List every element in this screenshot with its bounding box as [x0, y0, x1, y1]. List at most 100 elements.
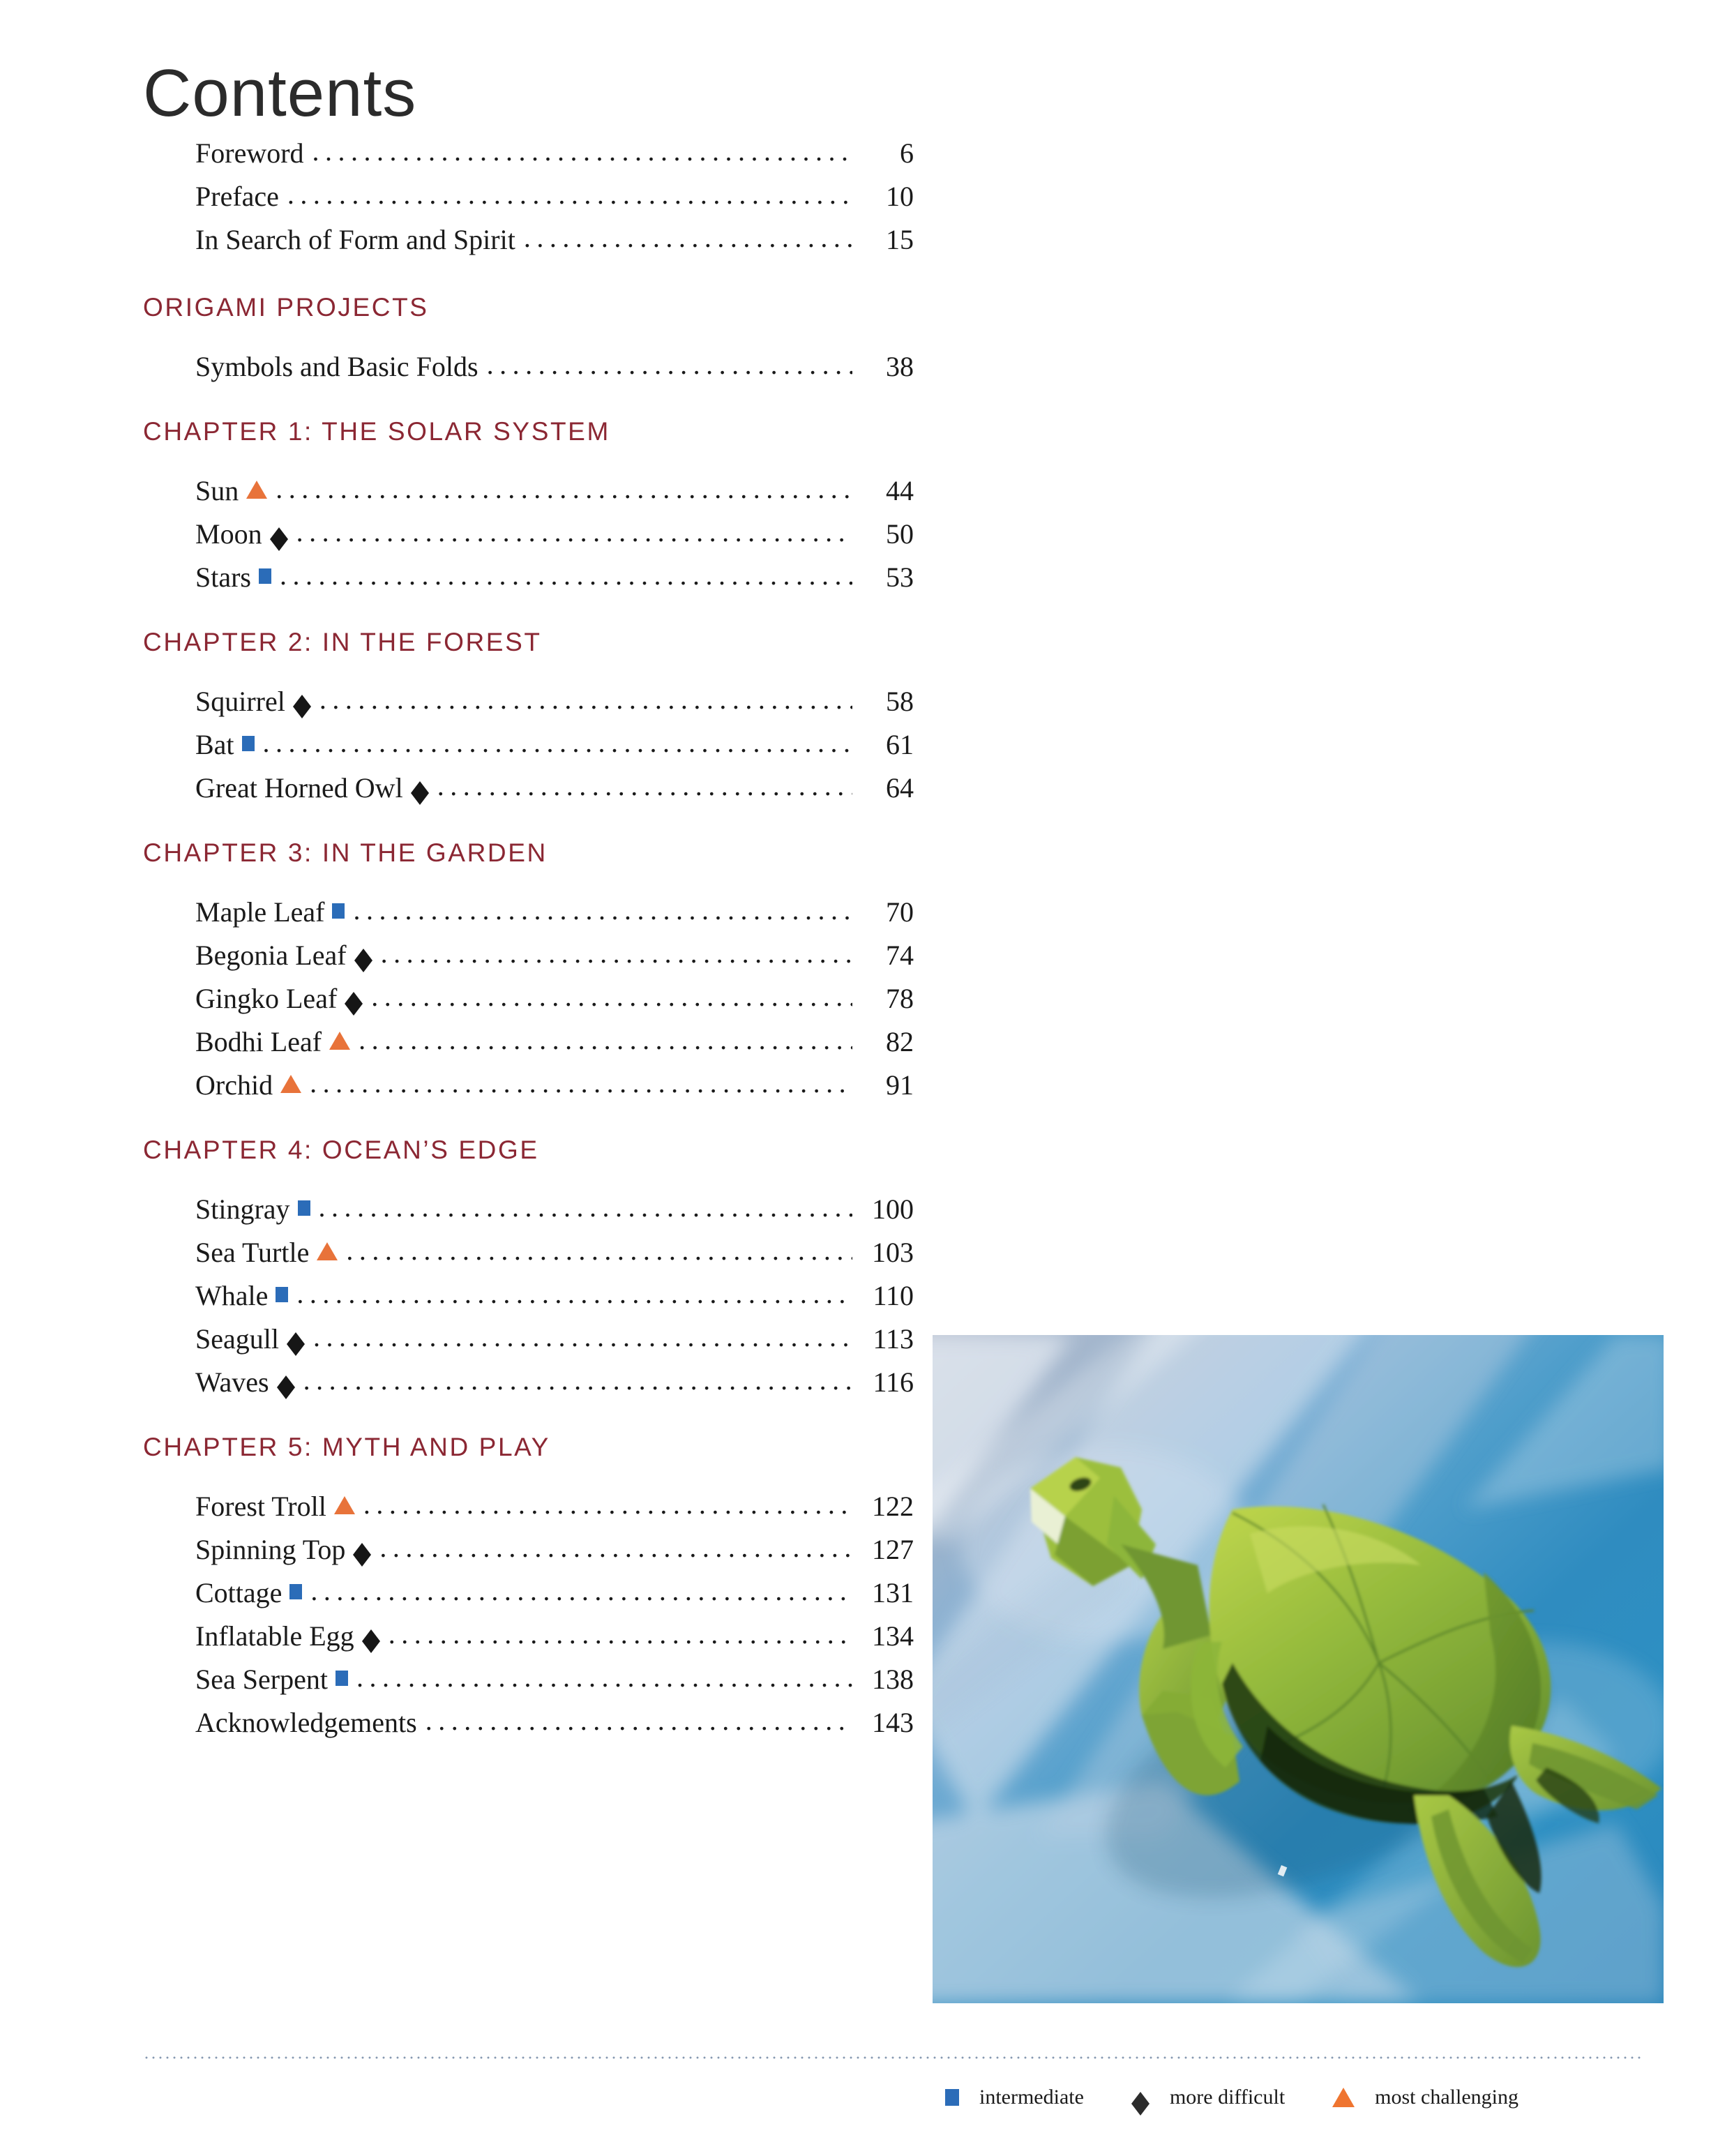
front-matter-group: Foreword................................…: [143, 137, 914, 254]
dot-leader: ........................................…: [296, 518, 852, 546]
toc-entry[interactable]: Inflatable Egg..........................…: [195, 1620, 914, 1653]
most-challenging-triangle-icon: [1332, 2088, 1355, 2107]
most-challenging-triangle-icon: [280, 1075, 302, 1093]
toc-entry[interactable]: Gingko Leaf.............................…: [195, 983, 914, 1016]
table-of-contents: Foreword................................…: [143, 137, 914, 1752]
toc-entry[interactable]: Sun.....................................…: [195, 475, 914, 506]
dot-leader: ........................................…: [312, 1323, 852, 1351]
toc-entry[interactable]: Sea Turtle..............................…: [195, 1237, 914, 1267]
section-entry-group: Forest Troll............................…: [143, 1491, 914, 1737]
dot-leader: ........................................…: [262, 729, 852, 757]
dot-leader: ........................................…: [371, 983, 852, 1011]
toc-entry-page-number: 116: [873, 1366, 914, 1398]
more-difficult-diamond-icon: [286, 1332, 305, 1356]
dot-leader: ........................................…: [280, 561, 852, 589]
section-heading[interactable]: CHAPTER 3: IN THE GARDEN: [143, 838, 865, 868]
most-challenging-triangle-icon: [246, 481, 268, 499]
toc-entry-page-number: 61: [886, 729, 914, 760]
toc-entry-title: Squirrel: [195, 686, 285, 717]
toc-entry-page-number: 91: [886, 1069, 914, 1101]
toc-entry-title: Stars: [195, 561, 251, 593]
toc-entry[interactable]: Bat.....................................…: [195, 729, 914, 760]
section-heading[interactable]: CHAPTER 4: OCEAN’S EDGE: [143, 1136, 865, 1165]
section-heading[interactable]: ORIGAMI PROJECTS: [143, 293, 865, 322]
toc-entry-page-number: 100: [872, 1193, 914, 1225]
section-entry-group: Squirrel................................…: [143, 686, 914, 805]
section-heading[interactable]: CHAPTER 2: IN THE FOREST: [143, 628, 865, 657]
toc-entry[interactable]: Maple Leaf..............................…: [195, 896, 914, 928]
more-difficult-diamond-icon: [292, 695, 311, 718]
toc-entry-page-number: 82: [886, 1026, 914, 1057]
more-difficult-diamond-icon: [1131, 2091, 1150, 2116]
toc-entry-page-number: 15: [886, 224, 914, 255]
more-difficult-diamond-icon: [354, 949, 372, 972]
toc-entry-page-number: 113: [873, 1323, 914, 1355]
toc-entry[interactable]: In Search of Form and Spirit............…: [195, 224, 914, 255]
toc-entry-title: In Search of Form and Spirit: [195, 224, 515, 255]
most-challenging-triangle-icon: [329, 1032, 351, 1050]
toc-entry[interactable]: Foreword................................…: [195, 137, 914, 169]
toc-entry[interactable]: Bodhi Leaf..............................…: [195, 1026, 914, 1057]
dot-leader: ........................................…: [437, 772, 852, 800]
toc-entry-title: Great Horned Owl: [195, 772, 403, 804]
more-difficult-diamond-icon: [410, 781, 429, 805]
toc-entry[interactable]: Stingray................................…: [195, 1193, 914, 1225]
toc-entry[interactable]: Moon....................................…: [195, 518, 914, 551]
legend-label: intermediate: [979, 2086, 1084, 2109]
legend-item-triangle: most challenging: [1332, 2086, 1518, 2109]
toc-entry-title: Maple Leaf: [195, 896, 325, 928]
section-heading[interactable]: CHAPTER 1: THE SOLAR SYSTEM: [143, 417, 865, 446]
toc-entry-title: Seagull: [195, 1323, 279, 1355]
toc-entry-page-number: 134: [872, 1620, 914, 1652]
most-challenging-triangle-icon: [333, 1496, 355, 1514]
toc-entry[interactable]: Cottage.................................…: [195, 1577, 914, 1607]
toc-entry[interactable]: Great Horned Owl........................…: [195, 772, 914, 805]
toc-entry[interactable]: Spinning Top............................…: [195, 1534, 914, 1567]
difficulty-legend: intermediate more difficult most challengi…: [945, 2086, 1518, 2116]
section-entry-group: Symbols and Basic Folds.................…: [143, 351, 914, 381]
toc-entry[interactable]: Seagull.................................…: [195, 1323, 914, 1356]
toc-entry[interactable]: Sea Serpent.............................…: [195, 1664, 914, 1695]
section-entry-group: Maple Leaf..............................…: [143, 896, 914, 1099]
more-difficult-diamond-icon: [361, 1629, 380, 1653]
toc-entry-title: Preface: [195, 181, 279, 212]
toc-entry[interactable]: Begonia Leaf............................…: [195, 940, 914, 972]
origami-sea-turtle-photo: [933, 1335, 1664, 2003]
toc-entry-title: Moon: [195, 518, 262, 550]
footer-dotted-rule: [143, 2056, 1643, 2059]
dot-leader: ........................................…: [310, 1577, 852, 1605]
page-title: Contents: [143, 56, 417, 131]
toc-entry-page-number: 74: [886, 940, 914, 971]
toc-entry[interactable]: Waves...................................…: [195, 1366, 914, 1399]
dot-leader: ........................................…: [356, 1664, 852, 1691]
toc-entry[interactable]: Squirrel................................…: [195, 686, 914, 718]
section-entry-group: Stingray................................…: [143, 1193, 914, 1399]
dot-leader: ........................................…: [319, 686, 852, 714]
toc-entry[interactable]: Acknowledgements........................…: [195, 1707, 914, 1737]
toc-entry[interactable]: Preface.................................…: [195, 181, 914, 212]
toc-entry[interactable]: Whale...................................…: [195, 1280, 914, 1311]
toc-entry-page-number: 6: [900, 137, 914, 169]
section-heading[interactable]: CHAPTER 5: MYTH AND PLAY: [143, 1433, 865, 1462]
toc-entry[interactable]: Stars...................................…: [195, 561, 914, 593]
toc-entry-page-number: 58: [886, 686, 914, 717]
toc-entry-title: Inflatable Egg: [195, 1620, 354, 1652]
toc-entry-page-number: 44: [886, 475, 914, 506]
toc-entry-page-number: 38: [886, 351, 914, 382]
more-difficult-diamond-icon: [353, 1543, 372, 1567]
dot-leader: ........................................…: [303, 1366, 852, 1394]
toc-entry-title: Sun: [195, 475, 239, 506]
legend-label: more difficult: [1169, 2086, 1286, 2109]
toc-entry[interactable]: Forest Troll............................…: [195, 1491, 914, 1521]
toc-entry-title: Stingray: [195, 1193, 290, 1225]
toc-entry[interactable]: Orchid..................................…: [195, 1069, 914, 1101]
intermediate-square-icon: [289, 1584, 303, 1599]
toc-entry-title: Sea Serpent: [195, 1664, 328, 1695]
toc-entry-page-number: 10: [886, 181, 914, 212]
more-difficult-diamond-icon: [276, 1375, 295, 1399]
intermediate-square-icon: [332, 903, 345, 919]
dot-leader: ........................................…: [346, 1237, 852, 1265]
toc-entry-title: Whale: [195, 1280, 269, 1311]
toc-entry[interactable]: Symbols and Basic Folds.................…: [195, 351, 914, 382]
intermediate-square-icon: [297, 1200, 310, 1216]
